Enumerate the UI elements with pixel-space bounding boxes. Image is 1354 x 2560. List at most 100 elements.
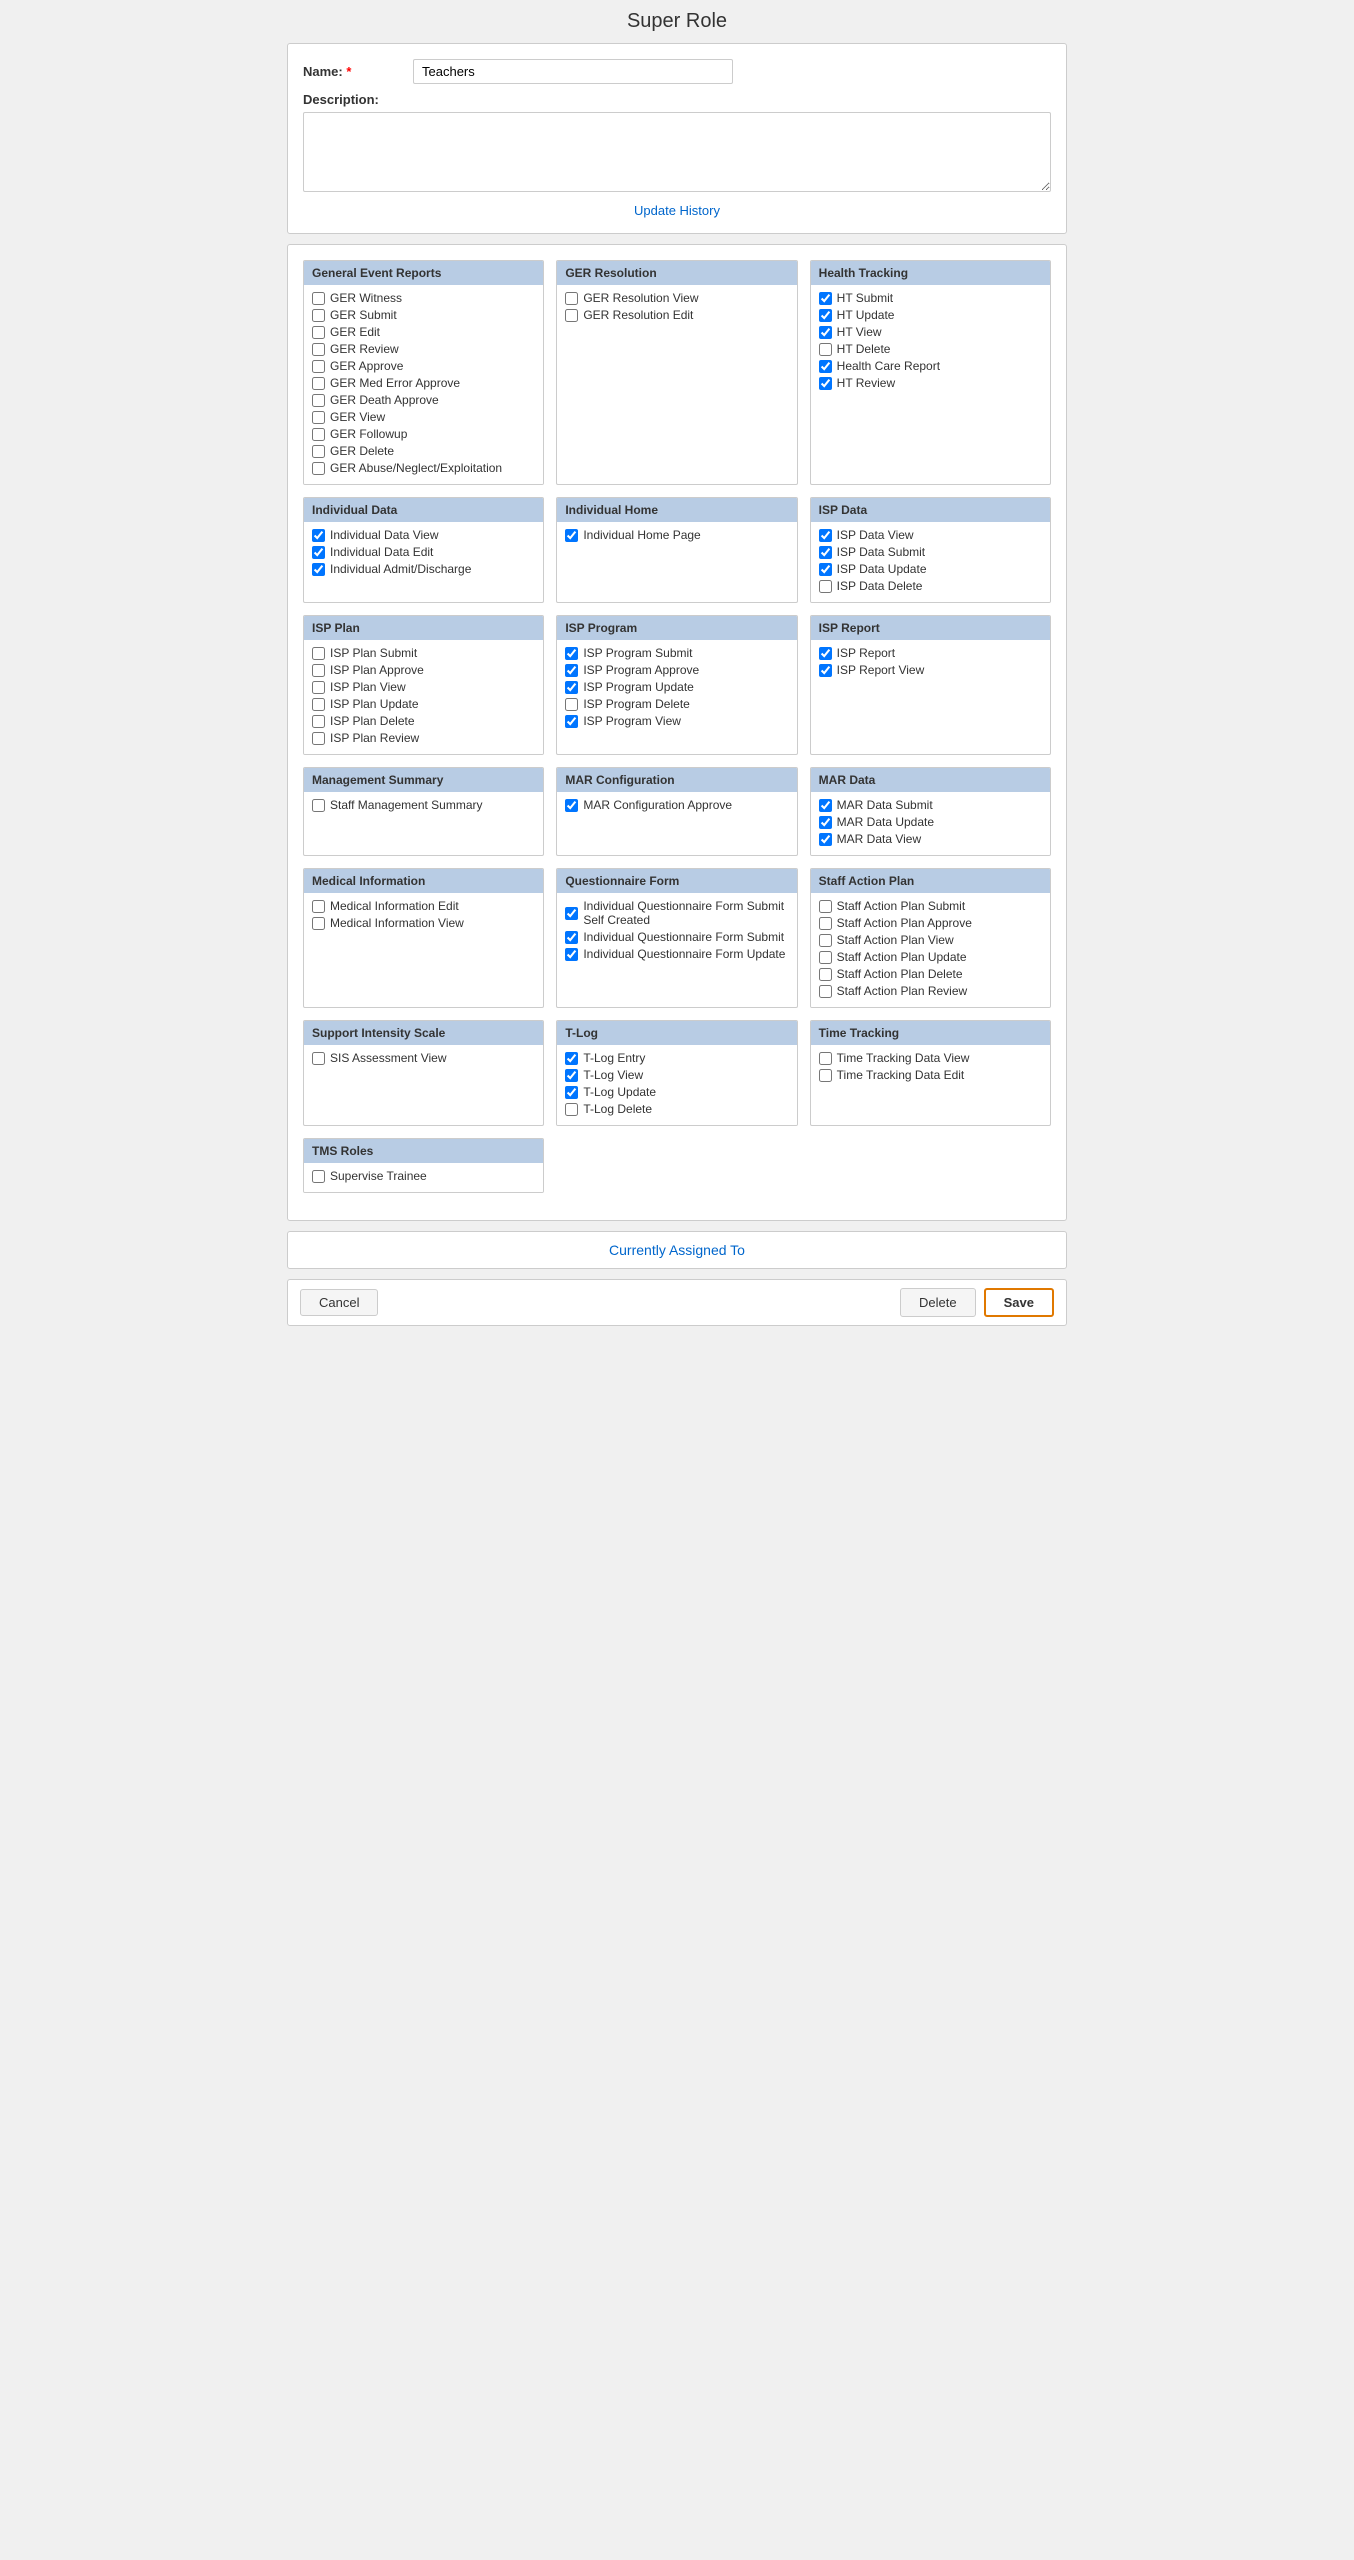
perm-section-header-ger-resolution: GER Resolution xyxy=(557,261,796,285)
perm-checkbox[interactable] xyxy=(819,529,832,542)
perm-checkbox[interactable] xyxy=(819,343,832,356)
perm-checkbox[interactable] xyxy=(312,377,325,390)
perm-item: GER Delete xyxy=(312,444,535,458)
perm-checkbox[interactable] xyxy=(312,799,325,812)
perm-checkbox[interactable] xyxy=(312,1170,325,1183)
perm-checkbox[interactable] xyxy=(565,529,578,542)
perm-section-tms-roles: TMS RolesSupervise Trainee xyxy=(303,1138,544,1193)
perm-item-label: SIS Assessment View xyxy=(330,1051,447,1065)
perm-checkbox[interactable] xyxy=(312,529,325,542)
perm-checkbox[interactable] xyxy=(819,934,832,947)
perm-checkbox[interactable] xyxy=(312,343,325,356)
delete-button[interactable]: Delete xyxy=(900,1288,976,1317)
perm-checkbox[interactable] xyxy=(819,1069,832,1082)
perm-checkbox[interactable] xyxy=(312,563,325,576)
perm-checkbox[interactable] xyxy=(312,360,325,373)
perm-checkbox[interactable] xyxy=(312,917,325,930)
perm-section-body-isp-plan: ISP Plan SubmitISP Plan ApproveISP Plan … xyxy=(304,640,543,754)
perm-checkbox[interactable] xyxy=(819,647,832,660)
perm-section-header-t-log: T-Log xyxy=(557,1021,796,1045)
perm-item: HT View xyxy=(819,325,1042,339)
perm-checkbox[interactable] xyxy=(312,326,325,339)
perm-item: Medical Information View xyxy=(312,916,535,930)
perm-checkbox[interactable] xyxy=(565,1069,578,1082)
perm-checkbox[interactable] xyxy=(819,799,832,812)
description-textarea[interactable] xyxy=(303,112,1051,192)
perm-checkbox[interactable] xyxy=(312,732,325,745)
description-row: Description: xyxy=(303,92,1051,195)
perm-checkbox[interactable] xyxy=(565,309,578,322)
perm-checkbox[interactable] xyxy=(819,917,832,930)
perm-checkbox[interactable] xyxy=(819,1052,832,1065)
perm-item-label: GER Submit xyxy=(330,308,397,322)
perm-checkbox[interactable] xyxy=(819,664,832,677)
perm-checkbox[interactable] xyxy=(819,985,832,998)
perm-item-label: GER Med Error Approve xyxy=(330,376,460,390)
perm-checkbox[interactable] xyxy=(819,833,832,846)
perm-checkbox[interactable] xyxy=(565,698,578,711)
perm-item: ISP Data Submit xyxy=(819,545,1042,559)
perm-checkbox[interactable] xyxy=(312,1052,325,1065)
perm-item: Supervise Trainee xyxy=(312,1169,535,1183)
perm-checkbox[interactable] xyxy=(565,948,578,961)
perm-checkbox[interactable] xyxy=(819,563,832,576)
perm-checkbox[interactable] xyxy=(565,1052,578,1065)
perm-checkbox[interactable] xyxy=(312,462,325,475)
perm-item: GER Med Error Approve xyxy=(312,376,535,390)
perm-section-body-general-event-reports: GER WitnessGER SubmitGER EditGER ReviewG… xyxy=(304,285,543,484)
perm-checkbox[interactable] xyxy=(819,309,832,322)
perm-checkbox[interactable] xyxy=(819,900,832,913)
perm-checkbox[interactable] xyxy=(565,664,578,677)
perm-item: ISP Plan Approve xyxy=(312,663,535,677)
perm-checkbox[interactable] xyxy=(565,715,578,728)
perm-checkbox[interactable] xyxy=(565,1086,578,1099)
perm-item-label: T-Log View xyxy=(583,1068,643,1082)
perm-checkbox[interactable] xyxy=(312,309,325,322)
perm-section-questionnaire-form: Questionnaire FormIndividual Questionnai… xyxy=(556,868,797,1008)
perm-item-label: MAR Data Submit xyxy=(837,798,933,812)
currently-assigned-link[interactable]: Currently Assigned To xyxy=(609,1242,745,1258)
perm-checkbox[interactable] xyxy=(312,445,325,458)
perm-checkbox[interactable] xyxy=(312,394,325,407)
perm-checkbox[interactable] xyxy=(312,428,325,441)
perm-checkbox[interactable] xyxy=(312,900,325,913)
perm-checkbox[interactable] xyxy=(565,931,578,944)
save-button[interactable]: Save xyxy=(984,1288,1054,1317)
perm-checkbox[interactable] xyxy=(819,292,832,305)
perm-checkbox[interactable] xyxy=(565,647,578,660)
perm-checkbox[interactable] xyxy=(819,326,832,339)
cancel-button[interactable]: Cancel xyxy=(300,1289,378,1316)
perm-checkbox[interactable] xyxy=(819,816,832,829)
perm-section-body-t-log: T-Log EntryT-Log ViewT-Log UpdateT-Log D… xyxy=(557,1045,796,1125)
perm-checkbox[interactable] xyxy=(819,580,832,593)
name-input[interactable] xyxy=(413,59,733,84)
perm-checkbox[interactable] xyxy=(312,546,325,559)
perm-section-ger-resolution: GER ResolutionGER Resolution ViewGER Res… xyxy=(556,260,797,485)
perm-item-label: Individual Data Edit xyxy=(330,545,433,559)
perm-checkbox[interactable] xyxy=(819,546,832,559)
perm-item: ISP Plan Delete xyxy=(312,714,535,728)
perm-checkbox[interactable] xyxy=(819,360,832,373)
perm-checkbox[interactable] xyxy=(565,292,578,305)
perm-checkbox[interactable] xyxy=(312,664,325,677)
perm-section-header-isp-data: ISP Data xyxy=(811,498,1050,522)
perm-checkbox[interactable] xyxy=(819,968,832,981)
perm-checkbox[interactable] xyxy=(565,907,578,920)
perm-checkbox[interactable] xyxy=(819,377,832,390)
perm-item-label: T-Log Update xyxy=(583,1085,656,1099)
perm-checkbox[interactable] xyxy=(312,292,325,305)
perm-section-header-mar-data: MAR Data xyxy=(811,768,1050,792)
perm-item: GER Submit xyxy=(312,308,535,322)
perm-checkbox[interactable] xyxy=(565,681,578,694)
perm-checkbox[interactable] xyxy=(565,1103,578,1116)
update-history-link[interactable]: Update History xyxy=(303,203,1051,218)
perm-checkbox[interactable] xyxy=(312,647,325,660)
perm-checkbox[interactable] xyxy=(312,411,325,424)
perm-section-header-management-summary: Management Summary xyxy=(304,768,543,792)
perm-checkbox[interactable] xyxy=(819,951,832,964)
perm-checkbox[interactable] xyxy=(565,799,578,812)
perm-checkbox[interactable] xyxy=(312,681,325,694)
permissions-grid: General Event ReportsGER WitnessGER Subm… xyxy=(303,260,1051,1193)
perm-checkbox[interactable] xyxy=(312,698,325,711)
perm-checkbox[interactable] xyxy=(312,715,325,728)
